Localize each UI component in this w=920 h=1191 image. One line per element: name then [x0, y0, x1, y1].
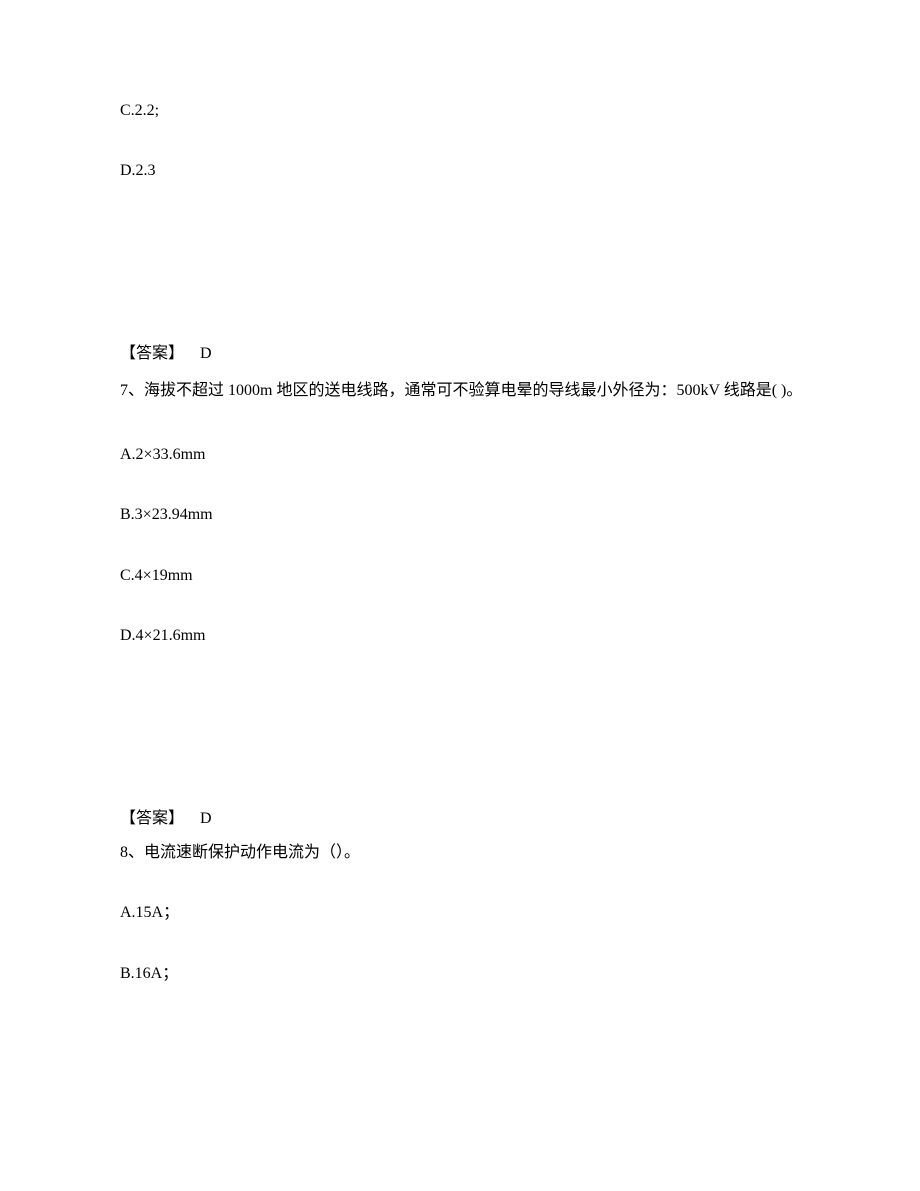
- q8-option-b: B.16A；: [120, 963, 805, 985]
- q7-stem: 7、海拔不超过 1000m 地区的送电线路，通常可不验算电晕的导线最小外径为：5…: [120, 377, 805, 406]
- answer-label: 【答案】: [120, 345, 184, 362]
- q6-option-d: D.2.3: [120, 160, 805, 182]
- answer-label: 【答案】: [120, 810, 184, 827]
- page-content: C.2.2; D.2.3 【答案】 D 7、海拔不超过 1000m 地区的送电线…: [0, 0, 920, 985]
- q8-option-a: A.15A；: [120, 902, 805, 924]
- q7-answer: 【答案】 D: [120, 808, 805, 830]
- q7-option-a: A.2×33.6mm: [120, 444, 805, 466]
- q6-answer: 【答案】 D: [120, 343, 805, 365]
- q8-stem: 8、电流速断保护动作电流为（）。: [120, 842, 805, 864]
- answer-letter: D: [200, 345, 212, 362]
- q7-option-c: C.4×19mm: [120, 565, 805, 587]
- q7-option-d: D.4×21.6mm: [120, 625, 805, 647]
- answer-letter: D: [200, 810, 212, 827]
- q6-option-c: C.2.2;: [120, 100, 805, 122]
- q7-option-b: B.3×23.94mm: [120, 504, 805, 526]
